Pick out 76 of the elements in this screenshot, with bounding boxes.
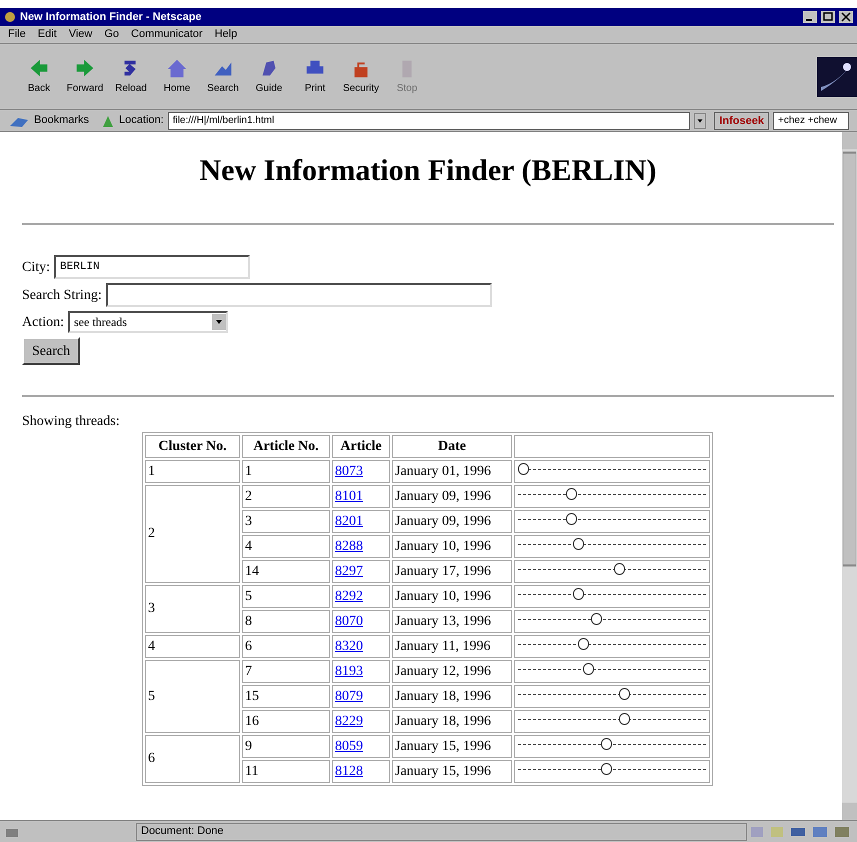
article-number-cell: 14 bbox=[242, 560, 330, 583]
window-title: New Information Finder - Netscape bbox=[20, 10, 203, 25]
tray-icon[interactable] bbox=[813, 826, 827, 836]
action-dropdown[interactable]: see threads bbox=[68, 311, 228, 333]
menu-item[interactable]: Edit bbox=[38, 26, 57, 43]
cluster-number-cell: 5 bbox=[145, 660, 240, 733]
bookmarks-button[interactable]: Bookmarks bbox=[34, 112, 90, 129]
result-label: Showing threads: bbox=[22, 413, 121, 431]
article-number-cell: 7 bbox=[242, 660, 330, 683]
article-number-cell: 9 bbox=[242, 735, 330, 758]
toolbar-button[interactable]: Guide bbox=[246, 57, 292, 96]
tray-icon[interactable] bbox=[791, 828, 805, 836]
scrollbar[interactable] bbox=[842, 132, 857, 820]
cluster-number-cell: 6 bbox=[145, 735, 240, 783]
date-cell: January 18, 1996 bbox=[392, 710, 512, 733]
article-number-cell: 4 bbox=[242, 535, 330, 558]
cluster-number-cell: 3 bbox=[145, 585, 240, 633]
date-cell: January 12, 1996 bbox=[392, 660, 512, 683]
column-header: Article No. bbox=[242, 435, 330, 458]
date-cell: January 13, 1996 bbox=[392, 610, 512, 633]
search-string-label: Search String: bbox=[22, 286, 102, 304]
cluster-number-cell: 2 bbox=[145, 485, 240, 583]
date-cell: January 11, 1996 bbox=[392, 635, 512, 658]
date-cell: January 15, 1996 bbox=[392, 760, 512, 783]
article-number-cell: 2 bbox=[242, 485, 330, 508]
search-button[interactable]: Search bbox=[22, 337, 80, 365]
toolbar-button[interactable]: Forward bbox=[62, 57, 108, 96]
date-cell: January 10, 1996 bbox=[392, 535, 512, 558]
location-icon bbox=[101, 114, 116, 128]
article-number-cell: 15 bbox=[242, 685, 330, 708]
date-cell: January 09, 1996 bbox=[392, 510, 512, 533]
column-header: Cluster No. bbox=[145, 435, 240, 458]
search-string-field[interactable] bbox=[106, 283, 492, 307]
minimize-icon[interactable] bbox=[803, 11, 817, 23]
city-field[interactable]: BERLIN bbox=[54, 255, 250, 279]
cluster-number-cell: 1 bbox=[145, 460, 240, 483]
status-text: Document: Done bbox=[136, 822, 747, 840]
location-label: Location: bbox=[119, 113, 164, 128]
toolbar-button[interactable]: Home bbox=[154, 57, 200, 96]
article-number-cell: 5 bbox=[242, 585, 330, 608]
menu-item[interactable]: View bbox=[68, 26, 92, 43]
article-number-cell: 3 bbox=[242, 510, 330, 533]
date-cell: January 18, 1996 bbox=[392, 685, 512, 708]
toolbar-button[interactable]: Print bbox=[292, 57, 338, 96]
date-cell: January 10, 1996 bbox=[392, 585, 512, 608]
menu-item[interactable]: File bbox=[8, 26, 26, 43]
toolbar-button[interactable]: Security bbox=[338, 57, 384, 96]
article-number-cell: 16 bbox=[242, 710, 330, 733]
city-label: City: bbox=[22, 258, 50, 276]
date-cell: January 17, 1996 bbox=[392, 560, 512, 583]
date-cell: January 01, 1996 bbox=[392, 460, 512, 483]
article-number-cell: 1 bbox=[242, 460, 330, 483]
article-number-cell: 8 bbox=[242, 610, 330, 633]
menu-item[interactable]: Communicator bbox=[131, 26, 203, 43]
article-number-cell: 11 bbox=[242, 760, 330, 783]
menu-item[interactable]: Help bbox=[214, 26, 238, 43]
column-header: Date bbox=[392, 435, 512, 458]
column-header: Article bbox=[332, 435, 390, 458]
url-field[interactable]: file:///H|/ml/berlin1.html bbox=[168, 112, 690, 130]
menu-item[interactable]: Go bbox=[104, 26, 120, 43]
infoseek-button[interactable]: Infoseek bbox=[714, 112, 769, 130]
cluster-number-cell: 4 bbox=[145, 635, 240, 658]
article-number-cell: 6 bbox=[242, 635, 330, 658]
date-cell: January 15, 1996 bbox=[392, 735, 512, 758]
toolbar-button[interactable]: Search bbox=[200, 57, 246, 96]
page-heading: New Information Finder (BERLIN) bbox=[198, 153, 658, 189]
action-label: Action: bbox=[22, 314, 64, 332]
date-cell: January 09, 1996 bbox=[392, 485, 512, 508]
tray-icon[interactable] bbox=[835, 826, 849, 836]
toolbar-button[interactable]: Reload bbox=[108, 57, 154, 96]
close-icon[interactable] bbox=[839, 11, 853, 23]
app-icon bbox=[4, 11, 16, 23]
browser-logo bbox=[817, 56, 857, 96]
infoseek-search-field[interactable]: +chez +chew bbox=[773, 112, 849, 130]
maximize-icon[interactable] bbox=[821, 11, 835, 23]
toolbar-button[interactable]: Back bbox=[16, 57, 62, 96]
